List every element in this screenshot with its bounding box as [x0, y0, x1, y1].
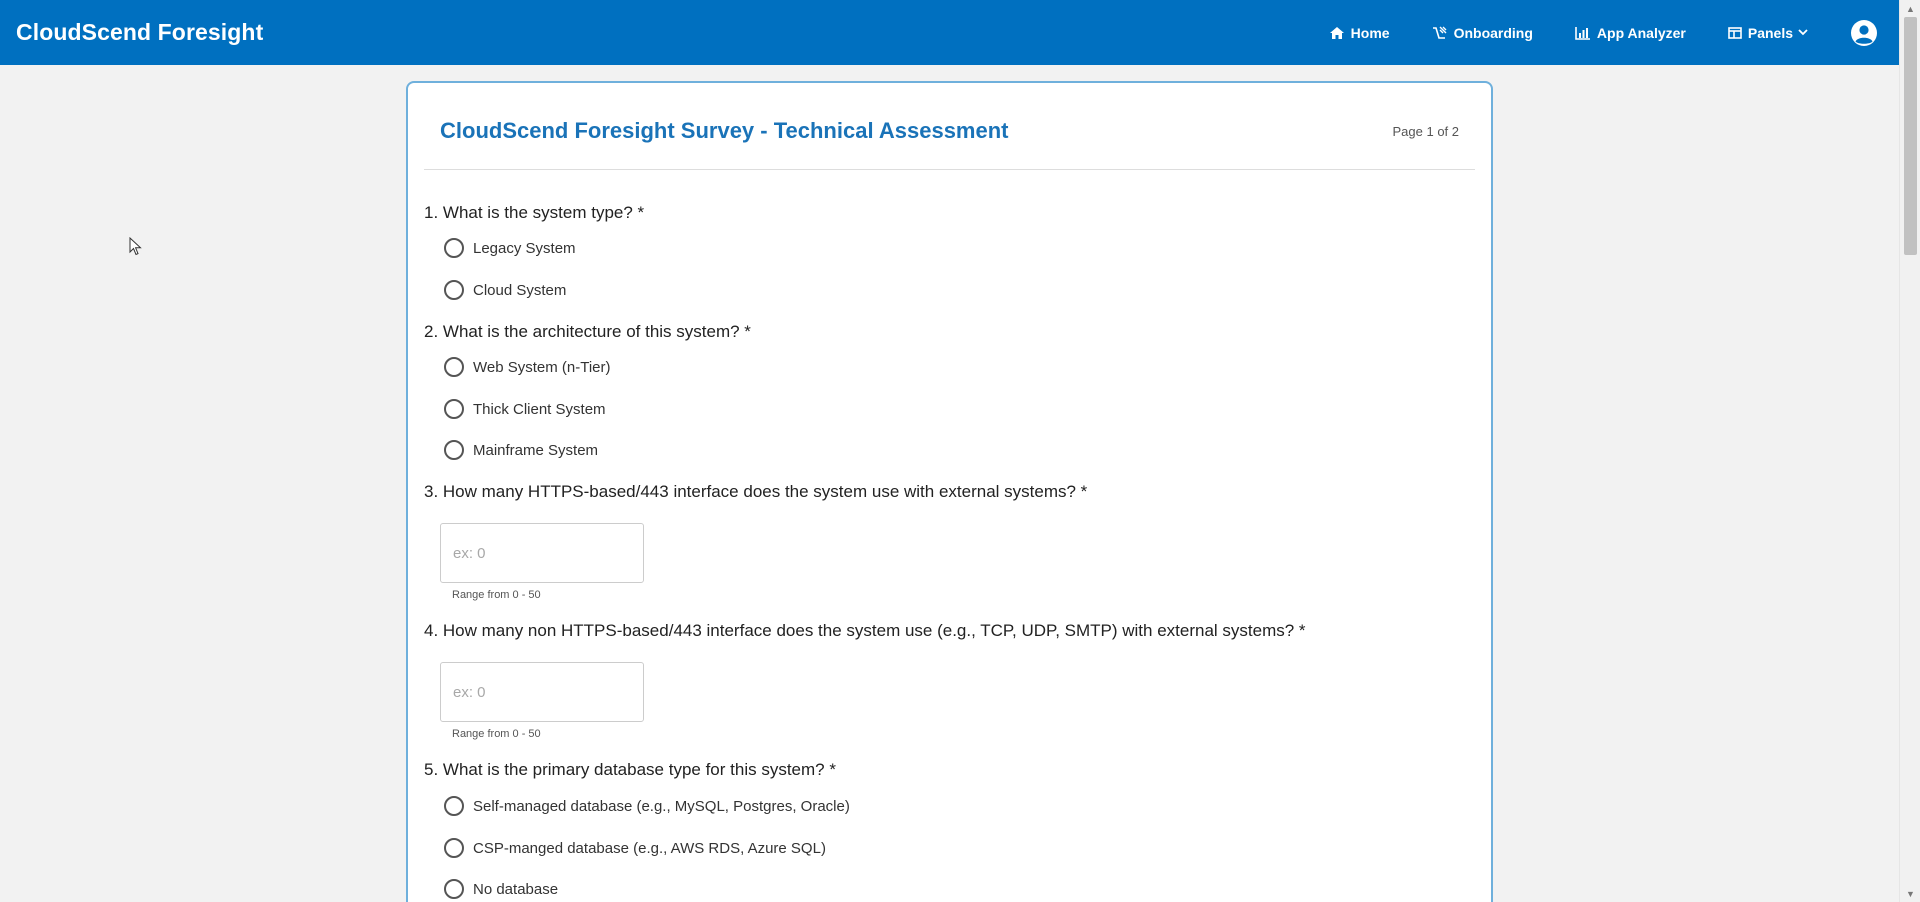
nav-app-analyzer[interactable]: App Analyzer [1575, 25, 1686, 41]
nav-home[interactable]: Home [1329, 25, 1390, 41]
radio-button[interactable] [444, 238, 464, 258]
question-1-label: 1. What is the system type? * [424, 203, 645, 222]
radio-button[interactable] [444, 399, 464, 419]
mouse-cursor-icon [129, 237, 142, 256]
scroll-thumb[interactable] [1904, 17, 1917, 255]
survey-header: CloudScend Foresight Survey - Technical … [424, 83, 1475, 170]
page-indicator: Page 1 of 2 [1392, 124, 1460, 139]
option-thick-client[interactable]: Thick Client System [444, 399, 606, 419]
page-scrollbar[interactable]: ▲ ▼ [1899, 0, 1920, 902]
nav-panels-dropdown[interactable]: Panels [1728, 25, 1808, 41]
option-label: Web System (n-Tier) [473, 358, 611, 376]
option-label: Self-managed database (e.g., MySQL, Post… [473, 797, 850, 815]
nav-onboarding[interactable]: Onboarding [1432, 25, 1533, 41]
range-hint: Range from 0 - 50 [452, 589, 541, 601]
chart-icon [1575, 26, 1590, 40]
survey-title: CloudScend Foresight Survey - Technical … [440, 118, 1009, 143]
question-2-label: 2. What is the architecture of this syst… [424, 322, 751, 341]
range-hint: Range from 0 - 50 [452, 728, 541, 740]
question-3-label: 3. How many HTTPS-based/443 interface do… [424, 482, 1088, 501]
radio-button[interactable] [444, 879, 464, 899]
option-csp-managed-db[interactable]: CSP-manged database (e.g., AWS RDS, Azur… [444, 838, 826, 858]
option-label: No database [473, 880, 559, 898]
question-5-label: 5. What is the primary database type for… [424, 760, 836, 779]
radio-button[interactable] [444, 280, 464, 300]
option-cloud-system[interactable]: Cloud System [444, 280, 566, 300]
option-no-database[interactable]: No database [444, 879, 558, 899]
radio-button[interactable] [444, 357, 464, 377]
nav-panels-label: Panels [1747, 24, 1793, 41]
nav-home-label: Home [1350, 24, 1390, 41]
radio-button[interactable] [444, 440, 464, 460]
user-circle-icon[interactable] [1850, 19, 1878, 47]
radio-button[interactable] [444, 838, 464, 858]
https-interface-count-input[interactable] [440, 523, 644, 583]
nav-onboarding-label: Onboarding [1453, 24, 1533, 41]
radio-button[interactable] [444, 796, 464, 816]
option-web-system[interactable]: Web System (n-Tier) [444, 357, 611, 377]
option-mainframe[interactable]: Mainframe System [444, 440, 598, 460]
top-navbar: CloudScend Foresight Home Onboarding App… [0, 0, 1899, 65]
onboarding-icon [1432, 26, 1447, 39]
survey-card: CloudScend Foresight Survey - Technical … [406, 81, 1493, 902]
option-label: Thick Client System [473, 400, 606, 418]
chevron-down-icon [1798, 29, 1808, 36]
brand-title[interactable]: CloudScend Foresight [16, 19, 263, 46]
option-self-managed-db[interactable]: Self-managed database (e.g., MySQL, Post… [444, 796, 850, 816]
home-icon [1329, 26, 1344, 39]
non-https-interface-count-input[interactable] [440, 662, 644, 722]
question-4-label: 4. How many non HTTPS-based/443 interfac… [424, 621, 1306, 640]
scroll-up-arrow-icon[interactable]: ▲ [1900, 0, 1920, 17]
option-label: Legacy System [473, 239, 576, 257]
option-label: Cloud System [473, 281, 567, 299]
option-legacy-system[interactable]: Legacy System [444, 238, 576, 258]
panels-icon [1728, 26, 1742, 39]
nav-menu: Home Onboarding App Analyzer Panels [1329, 0, 1899, 65]
option-label: Mainframe System [473, 441, 599, 459]
option-label: CSP-manged database (e.g., AWS RDS, Azur… [473, 839, 826, 857]
scroll-down-arrow-icon[interactable]: ▼ [1900, 885, 1920, 902]
nav-app-analyzer-label: App Analyzer [1596, 24, 1686, 41]
